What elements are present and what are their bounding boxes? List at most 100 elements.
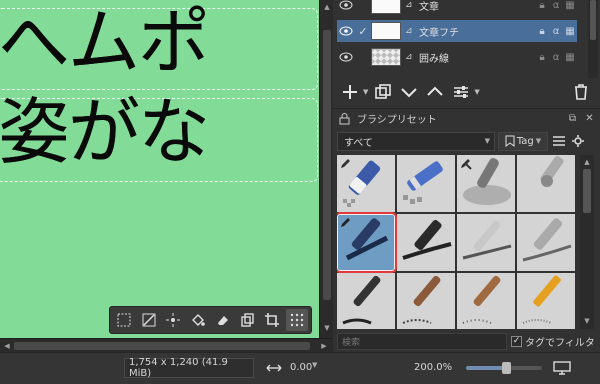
list-view-icon[interactable]	[551, 132, 567, 151]
tag-button-label: Tag	[516, 135, 534, 147]
lock-docker-icon[interactable]	[339, 112, 353, 125]
layer-check[interactable]: ✓	[355, 20, 371, 42]
lock-icon[interactable]: 🔒︎	[535, 26, 549, 37]
layers-scrollbar[interactable]	[588, 0, 598, 78]
alpha-lock-icon[interactable]: α	[549, 0, 563, 11]
float-docker-icon[interactable]: ⧉	[566, 112, 579, 125]
chevron-down-icon[interactable]: ▼	[474, 88, 479, 96]
preset-eraser[interactable]	[337, 155, 395, 212]
checkbox-checked-icon[interactable]: ✓	[511, 335, 522, 347]
inherit-alpha-icon[interactable]: ▦	[563, 52, 577, 63]
filter-label: タグでフィルタ	[525, 337, 595, 349]
move-down-icon[interactable]	[398, 81, 420, 103]
zoom-level: 200.0%	[414, 362, 453, 373]
preset-technical-pen[interactable]	[517, 214, 575, 271]
layer-thumbnail	[371, 48, 401, 66]
pencil-icon	[341, 218, 350, 227]
monitor-icon[interactable]	[550, 358, 574, 378]
delete-layer-icon[interactable]	[570, 81, 592, 103]
preset-search-input[interactable]: 検索	[337, 332, 507, 350]
tag-button[interactable]: Tag ▼	[498, 131, 548, 151]
preset-fine-liner[interactable]	[457, 214, 515, 271]
layer-row-1[interactable]: ⊿ 文章 🔒︎ α ▦	[337, 0, 577, 16]
rotation-icon[interactable]	[262, 359, 286, 377]
layer-row-3[interactable]: ⊿ 囲み線 🔒︎ α ▦	[337, 46, 577, 68]
tag-select-value: すべて	[344, 137, 373, 149]
move-up-icon[interactable]	[424, 81, 446, 103]
pencil-icon	[461, 159, 470, 168]
canvas-text-line-1: へムポ	[0, 0, 210, 84]
image-size-readout[interactable]: 1,754 x 1,240 (41.9 MiB)	[124, 357, 254, 379]
preset-marker[interactable]	[397, 155, 455, 212]
layer-properties-icon[interactable]	[450, 81, 472, 103]
filter-by-tag-checkbox[interactable]: ✓ タグでフィルタ	[511, 334, 595, 349]
brush-preset-grid	[337, 155, 577, 329]
horizontal-scroll-thumb[interactable]	[14, 342, 310, 350]
lock-icon[interactable]: 🔒︎	[535, 0, 549, 11]
canvas-text-line-2: 姿がな	[0, 90, 210, 174]
scroll-down-icon[interactable]: ▼	[581, 315, 593, 327]
link-icon: ⊿	[405, 26, 413, 36]
link-icon: ⊿	[405, 52, 413, 62]
erase-icon[interactable]	[212, 309, 234, 331]
chevron-down-icon[interactable]: ▼	[312, 361, 317, 369]
zoom-slider[interactable]	[466, 362, 542, 374]
grid-icon[interactable]	[286, 309, 308, 331]
layers-scroll-thumb[interactable]	[590, 0, 596, 40]
duplicate-layer-icon[interactable]	[372, 81, 394, 103]
canvas-horizontal-scrollbar[interactable]: ◀ ▶	[0, 338, 333, 352]
scroll-up-icon[interactable]: ▲	[321, 1, 333, 13]
preset-brush-3[interactable]	[457, 273, 515, 329]
layer-check[interactable]	[355, 0, 371, 16]
select-all-icon[interactable]	[113, 309, 135, 331]
canvas-floating-toolbar	[109, 306, 312, 334]
canvas-vertical-scrollbar[interactable]: ▲ ▼	[319, 0, 333, 338]
preset-scrollbar[interactable]: ▲ ▼	[580, 155, 594, 329]
close-docker-icon[interactable]: ✕	[583, 112, 596, 125]
alpha-lock-icon[interactable]: α	[549, 52, 563, 63]
layer-action-bar: ▼ ▼	[333, 80, 600, 104]
preset-pen-silver[interactable]	[517, 155, 575, 212]
visibility-eye-icon[interactable]	[337, 0, 355, 16]
layer-row-2[interactable]: ✓ ⊿ 文章フチ 🔒︎ α ▦	[337, 20, 577, 42]
inherit-alpha-icon[interactable]: ▦	[563, 26, 577, 37]
add-layer-icon[interactable]	[339, 81, 361, 103]
brush-preset-header: ブラシプリセット ⧉ ✕	[333, 108, 600, 128]
brush-preset-title: ブラシプリセット	[357, 115, 437, 126]
preset-scroll-thumb[interactable]	[583, 169, 591, 213]
preset-brush-2[interactable]	[397, 273, 455, 329]
scroll-right-icon[interactable]: ▶	[318, 340, 330, 352]
lock-icon[interactable]: 🔒︎	[535, 52, 549, 63]
crop-icon[interactable]	[262, 309, 284, 331]
preset-ink-pen-selected[interactable]	[337, 212, 397, 273]
preset-ink-brush[interactable]	[397, 214, 455, 271]
scroll-up-icon[interactable]: ▲	[581, 156, 593, 168]
chevron-down-icon: ▼	[535, 137, 542, 145]
tag-select[interactable]: すべて ▼	[337, 131, 495, 151]
fill-icon[interactable]	[187, 309, 209, 331]
chevron-down-icon[interactable]: ▼	[363, 88, 368, 96]
zoom-slider-knob[interactable]	[502, 362, 511, 374]
layer-check[interactable]	[355, 46, 371, 68]
vertical-scroll-thumb[interactable]	[323, 30, 331, 300]
tag-row: すべて ▼ Tag ▼	[337, 131, 597, 151]
visibility-eye-icon[interactable]	[337, 20, 355, 42]
magic-select-icon[interactable]	[163, 309, 185, 331]
copy-icon[interactable]	[237, 309, 259, 331]
canvas[interactable]: へムポ 姿がな	[0, 0, 319, 338]
visibility-eye-icon[interactable]	[337, 46, 355, 68]
chevron-down-icon: ▼	[484, 137, 490, 145]
preset-brush-1[interactable]	[337, 273, 395, 329]
zoom-slider-fill	[466, 366, 506, 370]
inherit-alpha-icon[interactable]: ▦	[563, 0, 577, 11]
deselect-icon[interactable]	[138, 309, 160, 331]
scroll-down-icon[interactable]: ▼	[321, 322, 333, 334]
alpha-lock-icon[interactable]: α	[549, 26, 563, 37]
preset-search-row: 検索 ✓ タグでフィルタ	[337, 332, 597, 350]
layer-name: 囲み線	[419, 53, 449, 65]
scroll-left-icon[interactable]: ◀	[1, 340, 13, 352]
preset-pencil[interactable]	[517, 273, 575, 329]
settings-icon[interactable]	[570, 132, 586, 151]
layer-name: 文章	[419, 1, 439, 13]
preset-airbrush[interactable]	[457, 155, 515, 212]
